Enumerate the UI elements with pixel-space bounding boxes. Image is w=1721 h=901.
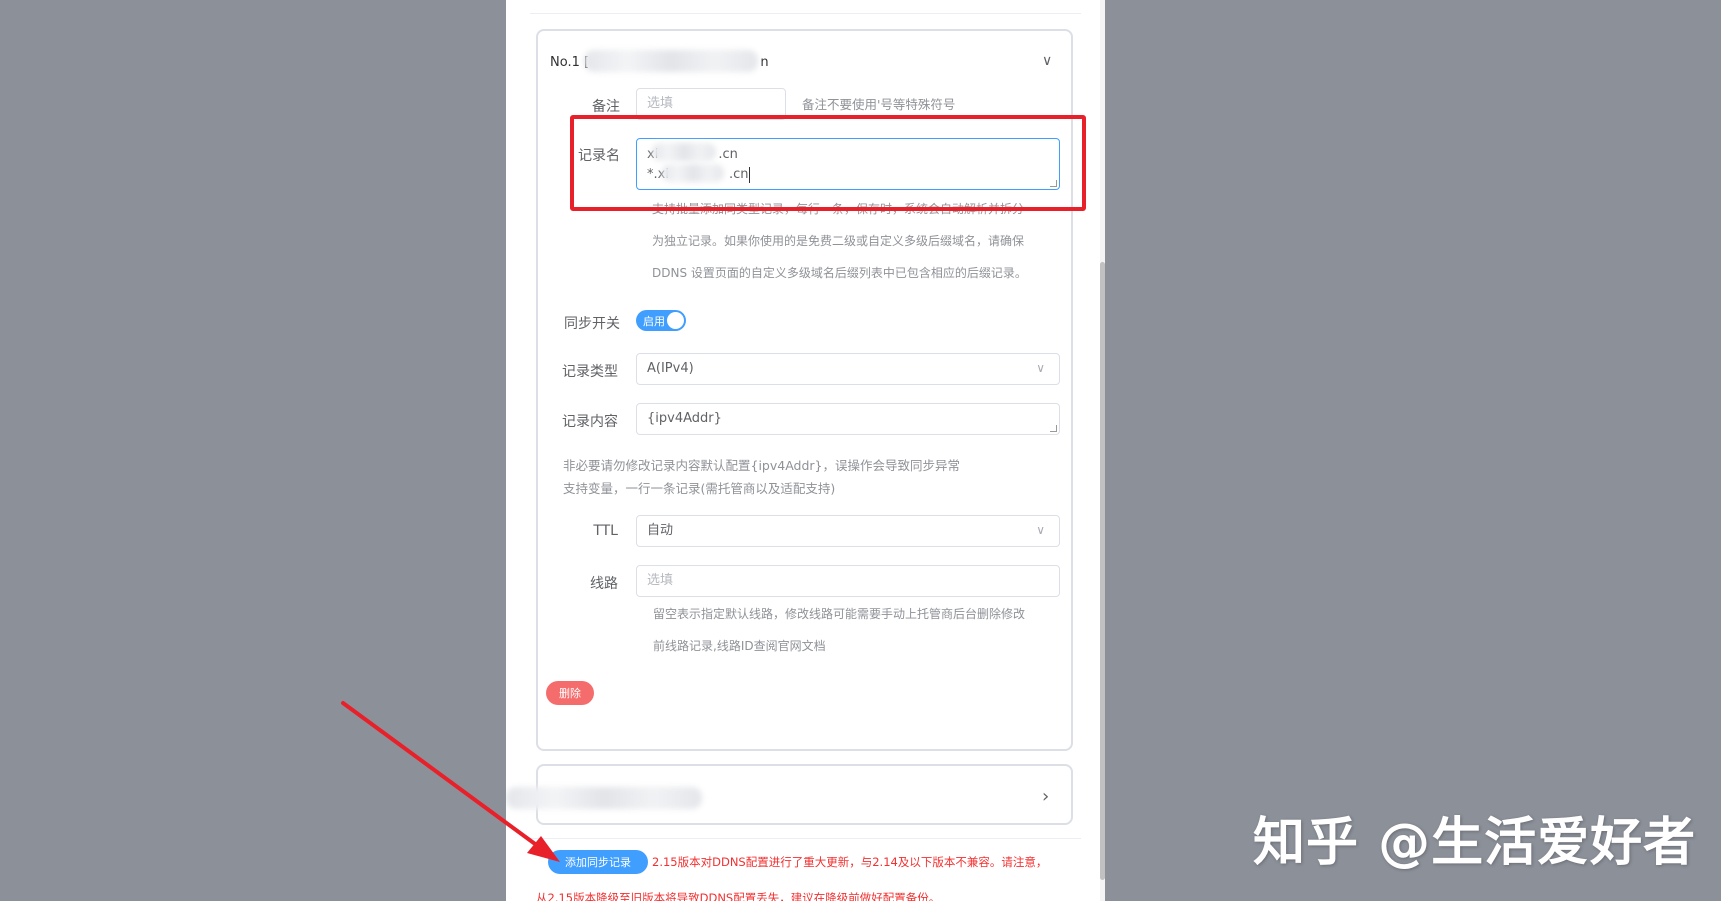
ttl-select[interactable]: 自动 ∨: [636, 515, 1060, 547]
sync-switch-label: 同步开关: [564, 316, 620, 332]
chevron-right-icon[interactable]: ›: [1042, 788, 1049, 806]
redaction-blur: [584, 50, 758, 72]
record-content-label: 记录内容: [562, 414, 618, 430]
watermark: 知乎 @生活爱好者: [1253, 813, 1697, 873]
resize-handle[interactable]: [1050, 425, 1057, 432]
chevron-down-icon: ∨: [1036, 523, 1045, 537]
remark-label: 备注: [592, 99, 620, 115]
line-hint-1: 留空表示指定默认线路，修改线路可能需要手动上托管商后台删除修改: [653, 607, 1026, 621]
sync-toggle[interactable]: 启用: [636, 310, 686, 331]
toggle-knob: [667, 312, 684, 329]
delete-button[interactable]: 删除: [546, 681, 594, 705]
scrollbar[interactable]: [1100, 0, 1105, 901]
record-type-value: A(IPv4): [647, 361, 694, 376]
record-type-select[interactable]: A(IPv4) ∨: [636, 353, 1060, 385]
chevron-down-icon: ∨: [1036, 361, 1045, 375]
line-input[interactable]: 选填: [636, 565, 1060, 597]
divider: [530, 13, 1081, 14]
redaction-blur: [506, 787, 702, 809]
divider: [530, 838, 1081, 839]
ttl-value: 自动: [647, 523, 674, 538]
record-title-suffix: n: [760, 55, 769, 70]
line-hint-2: 前线路记录,线路ID查阅官网文档: [653, 639, 826, 653]
line-label: 线路: [590, 576, 618, 592]
record-content-input[interactable]: {ipv4Addr}: [636, 403, 1060, 435]
chevron-down-icon[interactable]: ∨: [1042, 54, 1052, 68]
scrollbar-thumb[interactable]: [1100, 262, 1105, 880]
remark-placeholder: 选填: [647, 96, 674, 111]
ttl-label: TTL: [593, 523, 618, 539]
version-warning-2: 从2.15版本降级至旧版本将导致DDNS配置丢失，建议在降级前做好配置备份。: [536, 891, 941, 901]
annotation-highlight-box: [570, 115, 1086, 211]
record-content-note-1: 非必要请勿修改记录内容默认配置{ipv4Addr}，误操作会导致同步异常: [563, 458, 961, 473]
record-type-label: 记录类型: [562, 364, 618, 380]
record-content-value: {ipv4Addr}: [647, 411, 722, 426]
record-name-hint-2: 为独立记录。如果你使用的是免费二级或自定义多级后缀域名，请确保: [652, 234, 1025, 248]
record-name-hint-3: DDNS 设置页面的自定义多级域名后缀列表中已包含相应的后缀记录。: [652, 266, 1027, 280]
version-warning-1: 2.15版本对DDNS配置进行了重大更新，与2.14及以下版本不兼容。请注意，: [652, 855, 1048, 869]
record-content-note-2: 支持变量，一行一条记录(需托管商以及适配支持): [563, 481, 836, 496]
line-placeholder: 选填: [647, 573, 674, 588]
sync-toggle-text: 启用: [643, 315, 665, 328]
add-sync-record-button[interactable]: 添加同步记录: [548, 850, 648, 874]
